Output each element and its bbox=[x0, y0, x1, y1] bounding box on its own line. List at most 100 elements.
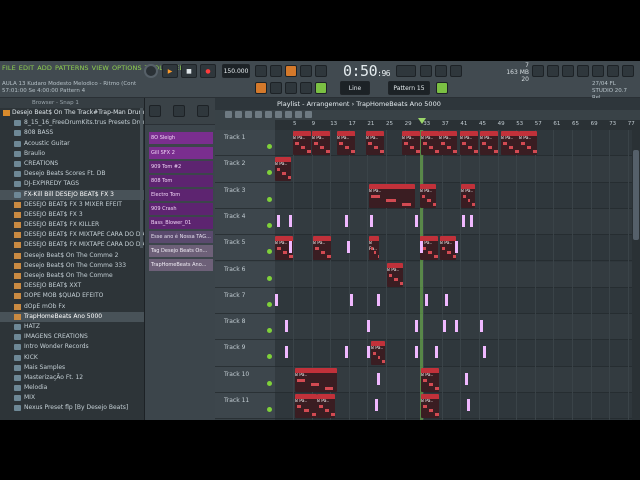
microphone-icon[interactable] bbox=[562, 65, 574, 77]
zoom-icon[interactable] bbox=[295, 111, 302, 118]
help-icon[interactable] bbox=[592, 65, 604, 77]
pattern-clip[interactable]: 8 Pa.. bbox=[440, 236, 456, 261]
track-mute-led[interactable] bbox=[267, 222, 272, 228]
pattern-clip-source[interactable]: Tag Desejo Beats On... bbox=[149, 245, 213, 257]
note-clip[interactable] bbox=[467, 399, 470, 411]
slice-icon[interactable] bbox=[275, 111, 282, 118]
plugin-icon[interactable] bbox=[607, 65, 619, 77]
track-header[interactable]: Track 2 bbox=[215, 156, 275, 183]
close-icon[interactable] bbox=[622, 65, 634, 77]
browser-toggle-icon[interactable] bbox=[315, 82, 327, 94]
note-clip[interactable] bbox=[275, 293, 278, 306]
note-clip[interactable] bbox=[435, 346, 438, 359]
pattern-clip[interactable]: 8 Pa.. bbox=[402, 131, 420, 155]
browser-item[interactable]: Acoustic Guitar bbox=[0, 139, 144, 149]
timeline-ruler[interactable]: 5 9 13 17 21 25 29 33 37 41 45 49 53 57 61 65 69 73 77 bbox=[275, 120, 640, 130]
pattern-clip[interactable]: 8 Pa.. bbox=[369, 236, 379, 261]
refresh-icon[interactable] bbox=[532, 65, 544, 77]
browser-item[interactable]: KICK bbox=[0, 353, 144, 363]
pattern-clip-source[interactable]: 8O Sleigh bbox=[149, 132, 213, 144]
piano-roll-icon[interactable] bbox=[300, 82, 312, 94]
playlist-scrollbar[interactable] bbox=[632, 130, 640, 420]
channel-rack-icon[interactable] bbox=[285, 82, 297, 94]
track-mute-led[interactable] bbox=[267, 407, 272, 412]
note-clip[interactable] bbox=[285, 320, 288, 333]
pattern-clip-source[interactable]: Gill SFX 2 bbox=[149, 147, 213, 159]
pattern-clip[interactable]: 8 Pa.. bbox=[461, 183, 475, 208]
play-icon[interactable] bbox=[305, 111, 312, 118]
pencil-icon[interactable] bbox=[225, 111, 232, 118]
note-clip[interactable] bbox=[367, 346, 370, 359]
pattern-clip[interactable]: 8 Pa.. bbox=[421, 131, 439, 155]
pattern-clip-source[interactable]: 909 Crash bbox=[149, 203, 213, 215]
track-mute-led[interactable] bbox=[267, 249, 272, 255]
browser-item[interactable]: FX-Kill Bill DESEJO BEAT$ FX 3 bbox=[0, 189, 144, 200]
pattern-clip[interactable]: 8 Pa.. bbox=[293, 131, 311, 155]
track-header[interactable]: Track 3 bbox=[215, 182, 275, 209]
menu-edit[interactable]: EDIT bbox=[19, 64, 34, 72]
browser-item[interactable]: DESEJO BEAT$ FX 3 MIXER EFEIT bbox=[0, 200, 144, 210]
pattern-clip-source[interactable]: Esse ano é Nossa TAG... bbox=[149, 231, 213, 243]
track-row[interactable] bbox=[275, 340, 632, 367]
browser-item[interactable]: 8_15_16_FreeDrumKits.trus Presets Drum K… bbox=[0, 118, 144, 128]
pattern-clip[interactable]: 8 Pa.. bbox=[519, 131, 537, 155]
browser-item[interactable]: Mais Samples bbox=[0, 363, 144, 373]
track-mute-led[interactable] bbox=[267, 328, 272, 334]
menu-options[interactable]: OPTIONS bbox=[112, 64, 142, 72]
track-row[interactable] bbox=[275, 183, 632, 209]
track-header[interactable]: Track 7 bbox=[215, 287, 275, 315]
pattern-clip[interactable]: 8 Pa.. bbox=[275, 157, 291, 182]
browser-item[interactable]: DOPE MOB $QUAD EFEITO bbox=[0, 291, 144, 301]
metronome-button[interactable] bbox=[255, 65, 267, 77]
browser-item[interactable]: DESEJO BEAT$ FX 3 bbox=[0, 210, 144, 220]
browser-item[interactable]: DESEJO BEAT$ FX MIXTAPE CARA DO DIABO 2 bbox=[0, 230, 144, 240]
blend-notes-button[interactable] bbox=[300, 65, 312, 77]
browser-item[interactable]: MIX bbox=[0, 393, 144, 403]
menu-add[interactable]: ADD bbox=[37, 64, 52, 72]
track-header[interactable]: Track 11 bbox=[215, 393, 275, 420]
note-clip[interactable] bbox=[277, 214, 280, 227]
browser-item[interactable]: DESEJO BEAT$ XXT bbox=[0, 281, 144, 291]
pattern-clip[interactable]: 8 Pa.. bbox=[480, 131, 498, 155]
browser-item[interactable]: DJ-EXPIREDY TAGS bbox=[0, 179, 144, 189]
browser-item[interactable]: Desejo Beat$ On The Comme 333 bbox=[0, 261, 144, 271]
slip-icon[interactable] bbox=[265, 111, 272, 118]
browser-item[interactable]: Braulio bbox=[0, 149, 144, 159]
note-clip[interactable] bbox=[377, 372, 380, 385]
mixer-icon[interactable] bbox=[450, 65, 462, 77]
snap-selector[interactable]: Line bbox=[340, 81, 370, 95]
note-clip[interactable] bbox=[347, 241, 350, 254]
pattern-clip-source[interactable]: TrapHomeBeats Ano... bbox=[149, 259, 213, 271]
menu-file[interactable]: FILE bbox=[2, 64, 16, 72]
track-header[interactable]: Track 4 bbox=[215, 208, 275, 236]
browser-scrollbar[interactable] bbox=[140, 108, 143, 248]
tempo-display[interactable]: 150.000 bbox=[222, 64, 250, 78]
note-clip[interactable] bbox=[483, 346, 486, 359]
browser-item[interactable]: TrapHomeBeats Ano 5000 bbox=[0, 311, 144, 322]
browser-item[interactable]: 808 BASS bbox=[0, 128, 144, 138]
piano-roll-icon[interactable] bbox=[149, 105, 161, 117]
note-clip[interactable] bbox=[480, 320, 483, 333]
browser-item[interactable]: IMAGENS CREATIONS bbox=[0, 332, 144, 342]
track-header[interactable]: Track 5 bbox=[215, 235, 275, 262]
browser-item[interactable]: Melodia bbox=[0, 383, 144, 393]
menu-patterns[interactable]: PATTERNS bbox=[55, 64, 89, 72]
pattern-clip-source[interactable]: 808 Tom bbox=[149, 175, 213, 187]
track-header[interactable]: Track 8 bbox=[215, 314, 275, 341]
note-clip[interactable] bbox=[367, 320, 370, 333]
browser-item[interactable]: DESEJO BEAT$ FX KILLER bbox=[0, 220, 144, 230]
mute-icon[interactable] bbox=[255, 111, 262, 118]
track-header[interactable]: Track 6 bbox=[215, 261, 275, 288]
brush-icon[interactable] bbox=[197, 105, 209, 117]
playhead-marker-icon[interactable] bbox=[418, 118, 426, 124]
browser-item[interactable]: Desejo Beats Scores Ft. DB bbox=[0, 169, 144, 179]
browser-item[interactable]: Desejo Beat$ On The Comme 2 bbox=[0, 251, 144, 261]
note-clip[interactable] bbox=[415, 214, 418, 227]
arrangement-grid[interactable]: 8 Pa.. 8 Pa.. 8 Pa.. 8 Pa.. 8 Pa.. 8 Pa.. 8 Pa… bbox=[275, 130, 632, 420]
track-header[interactable]: Track 10 bbox=[215, 366, 275, 393]
pattern-clip[interactable]: 8 Pa.. bbox=[337, 131, 355, 155]
monitor-button[interactable] bbox=[420, 65, 432, 77]
record-button[interactable]: ● bbox=[200, 64, 216, 78]
brush-icon[interactable] bbox=[235, 111, 242, 118]
browser-item[interactable]: Desejo Beat$ On The Comme bbox=[0, 271, 144, 281]
